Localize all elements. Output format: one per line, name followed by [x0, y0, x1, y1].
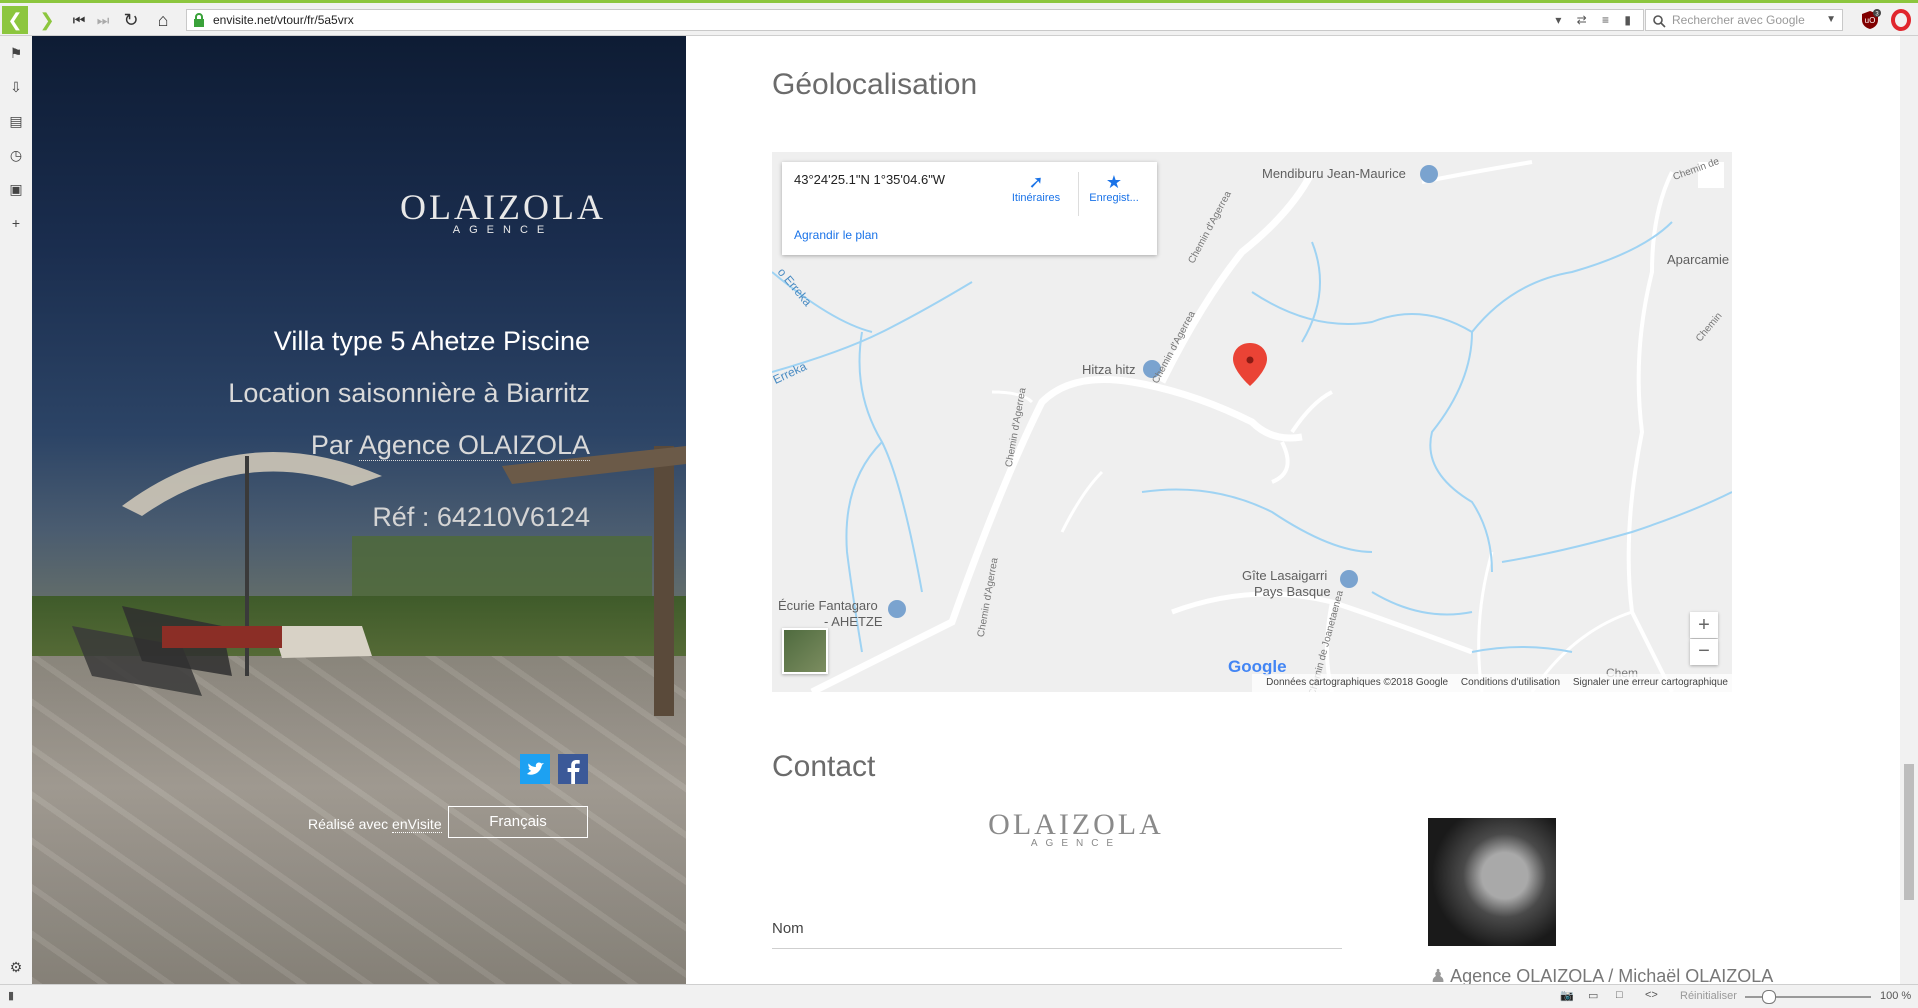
address-bar[interactable]: envisite.net/vtour/fr/5a5vrx ▾ ⇄ ≡ ▮ — [186, 9, 1644, 31]
directions-button[interactable]: ➚ Itinéraires — [1006, 172, 1066, 204]
search-placeholder: Rechercher avec Google — [1672, 13, 1805, 27]
made-with-prefix: Réalisé avec — [308, 816, 393, 832]
camera-icon[interactable]: 📷 — [1560, 989, 1574, 1002]
map-data-credit: Données cartographiques ©2018 Google — [1266, 677, 1449, 688]
enlarge-map-link[interactable]: Agrandir le plan — [794, 228, 878, 242]
agency-link[interactable]: Agence OLAIZOLA — [358, 430, 590, 461]
listing-title: Villa type 5 Ahetze Piscine — [273, 326, 590, 356]
window-icon[interactable]: ▣ — [7, 180, 25, 198]
rewind-button[interactable]: ⏮ — [66, 7, 92, 33]
name-field[interactable] — [772, 948, 1342, 949]
map-info-card: 43°24'25.1"N 1°35'04.6"W ➚ Itinéraires ★… — [782, 162, 1157, 255]
name-field-label: Nom — [772, 920, 804, 937]
person-icon: ♟ — [1430, 966, 1447, 984]
search-icon — [1653, 15, 1666, 28]
language-button[interactable]: Français — [448, 806, 588, 838]
save-label: Enregist... — [1089, 192, 1139, 204]
fast-forward-button[interactable]: ⏭ — [90, 7, 116, 33]
browser-statusbar: ▮ 📷 ▭ □ <> Réinitialiser 100 % — [0, 984, 1918, 1008]
directions-icon: ➚ — [1028, 172, 1044, 192]
bookmark-icon[interactable]: ⚑ — [7, 44, 25, 62]
address-bar-icons: ▾ ⇄ ≡ ▮ — [1555, 13, 1637, 27]
contact-agency-logo: OLAIZOLA AGENCE — [976, 808, 1176, 849]
save-place-button[interactable]: ★ Enregist... — [1084, 172, 1144, 204]
zoom-in-button[interactable]: + — [1690, 612, 1718, 638]
directions-label: Itinéraires — [1011, 192, 1061, 204]
reload-button[interactable]: ↻ — [118, 7, 144, 33]
agent-name: ♟ Agence OLAIZOLA / Michaël OLAIZOLA — [1430, 966, 1773, 984]
place-gite-line1[interactable]: Gîte Lasaigarri — [1242, 568, 1327, 583]
geolocation-heading: Géolocalisation — [772, 68, 978, 101]
envisite-link[interactable]: enVisite — [392, 816, 442, 833]
listing-agency-line: Par Agence OLAIZOLA — [311, 430, 590, 461]
agent-name-text: Agence OLAIZOLA / Michaël OLAIZOLA — [1450, 966, 1774, 984]
twitter-icon[interactable] — [520, 754, 550, 784]
place-ecurie-line2[interactable]: - AHETZE — [824, 614, 883, 629]
zoom-level: 100 % — [1880, 990, 1912, 1002]
listing-reference: Réf : 64210V6124 — [372, 502, 590, 532]
zoom-out-button[interactable]: − — [1690, 639, 1718, 665]
panel-toggle-icon[interactable]: ▮ — [8, 989, 14, 1002]
place-mendiburu[interactable]: Mendiburu Jean-Maurice — [1262, 166, 1406, 181]
home-button[interactable]: ⌂ — [150, 7, 176, 33]
forward-button[interactable]: ❯ — [34, 7, 60, 33]
ublock-icon[interactable]: uO 3 — [1859, 9, 1881, 31]
opera-icon[interactable] — [1890, 9, 1912, 31]
agency-logo: OLAIZOLA AGENCE — [388, 186, 618, 236]
add-panel-icon[interactable]: + — [7, 214, 25, 232]
history-icon[interactable]: ◷ — [7, 146, 25, 164]
svg-text:uO: uO — [1865, 16, 1876, 25]
notes-icon[interactable]: ▤ — [7, 112, 25, 130]
page-scrollbar[interactable] — [1900, 36, 1918, 984]
settings-gear-icon[interactable]: ⚙ — [7, 958, 25, 976]
browser-sidebar: ⚑ ⇩ ▤ ◷ ▣ + ⚙ — [0, 36, 33, 984]
place-hitza-hitz[interactable]: Hitza hitz — [1082, 362, 1135, 377]
google-map[interactable]: 43°24'25.1"N 1°35'04.6"W ➚ Itinéraires ★… — [772, 152, 1732, 692]
contact-heading: Contact — [772, 750, 876, 783]
lock-icon — [194, 13, 204, 27]
agent-avatar — [1428, 818, 1556, 946]
map-terms-link[interactable]: Conditions d'utilisation — [1461, 677, 1560, 688]
zoom-slider-thumb[interactable] — [1762, 990, 1776, 1004]
search-engine-dropdown-icon[interactable]: ▼ — [1826, 10, 1836, 30]
url-text: envisite.net/vtour/fr/5a5vrx — [213, 13, 354, 27]
facebook-icon[interactable] — [558, 754, 588, 784]
tour-hero-panel[interactable]: OLAIZOLA AGENCE Villa type 5 Ahetze Pisc… — [32, 36, 686, 984]
star-icon: ★ — [1105, 172, 1123, 192]
zoom-reset-button[interactable]: Réinitialiser — [1680, 990, 1737, 1002]
place-gite-line2[interactable]: Pays Basque — [1254, 584, 1331, 599]
browser-toolbar: ❮ ❯ ⏮ ⏭ ↻ ⌂ envisite.net/vtour/fr/5a5vrx… — [0, 0, 1918, 36]
satellite-view-toggle[interactable] — [782, 628, 828, 674]
agency-prefix: Par — [310, 430, 359, 460]
tiling-icon[interactable]: ▭ — [1588, 989, 1598, 1002]
place-aparcamie[interactable]: Aparcamie — [1667, 252, 1729, 267]
map-info-divider — [1078, 172, 1079, 216]
map-report-link[interactable]: Signaler une erreur cartographique — [1573, 677, 1728, 688]
map-attribution: Données cartographiques ©2018 Google Con… — [1252, 674, 1732, 692]
download-icon[interactable]: ⇩ — [7, 78, 25, 96]
scrollbar-thumb[interactable] — [1904, 764, 1914, 900]
contact-logo-main: OLAIZOLA — [988, 808, 1164, 841]
page-content: Géolocalisation 43°24'25.1"N 1°35'04.6"W… — [686, 36, 1900, 984]
image-icon[interactable]: □ — [1616, 989, 1623, 1001]
made-with-credit: Réalisé avec enVisite — [308, 816, 442, 833]
search-input[interactable]: Rechercher avec Google ▼ — [1645, 9, 1843, 31]
map-coordinates: 43°24'25.1"N 1°35'04.6"W — [794, 172, 946, 187]
listing-subtitle: Location saisonnière à Biarritz — [228, 378, 590, 408]
back-button[interactable]: ❮ — [2, 6, 28, 34]
code-icon[interactable]: <> — [1645, 989, 1658, 1001]
place-ecurie-line1[interactable]: Écurie Fantagaro — [778, 598, 878, 613]
logo-main-text: OLAIZOLA — [400, 187, 606, 227]
